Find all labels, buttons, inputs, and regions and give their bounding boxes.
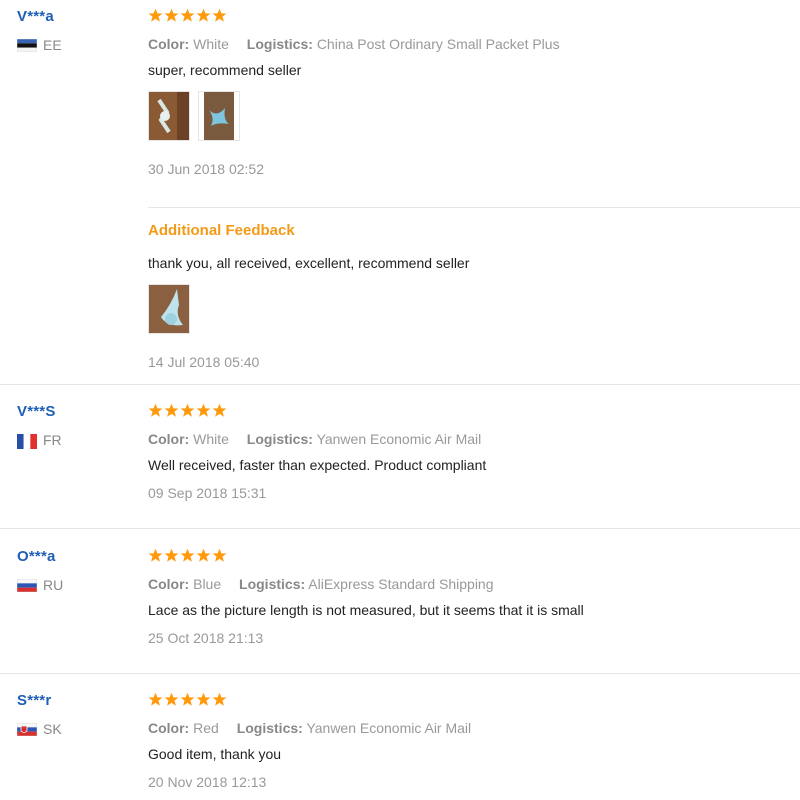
- logistics-label: Logistics:: [246, 36, 313, 52]
- country-code: FR: [43, 432, 62, 448]
- russia-flag-icon: [16, 578, 38, 592]
- star-rating: [148, 403, 800, 421]
- reviewer-name[interactable]: S***r: [17, 692, 62, 709]
- review-text: Well received, faster than expected. Pro…: [148, 457, 487, 473]
- color-value: White: [193, 36, 229, 52]
- order-meta: Color: Red Logistics: Yanwen Economic Ai…: [148, 720, 800, 736]
- star-icon: [148, 548, 163, 562]
- additional-feedback-date: 14 Jul 2018 05:40: [148, 354, 260, 370]
- review-photo-1[interactable]: [148, 91, 190, 141]
- additional-feedback-text: thank you, all received, excellent, reco…: [148, 255, 470, 271]
- star-icon: [196, 692, 211, 706]
- star-rating: [148, 8, 800, 26]
- additional-photos: [148, 284, 800, 334]
- reviewer-name[interactable]: V***S: [17, 403, 62, 420]
- star-icon: [148, 403, 163, 417]
- country-code: SK: [43, 721, 62, 737]
- additional-feedback-title: Additional Feedback: [148, 222, 295, 239]
- star-icon: [164, 692, 179, 706]
- star-icon: [212, 548, 227, 562]
- logistics-value: China Post Ordinary Small Packet Plus: [316, 36, 560, 52]
- review-divider: [0, 673, 800, 674]
- logistics-value: Yanwen Economic Air Mail: [316, 431, 482, 447]
- order-meta: Color: White Logistics: Yanwen Economic …: [148, 431, 800, 447]
- france-flag-icon: [17, 433, 37, 449]
- star-icon: [196, 403, 211, 417]
- additional-photo-1[interactable]: [148, 284, 190, 334]
- review-text: Lace as the picture length is not measur…: [148, 602, 584, 618]
- review-content: Color: Red Logistics: Yanwen Economic Ai…: [148, 692, 800, 790]
- color-label: Color:: [148, 720, 190, 736]
- color-value: Red: [193, 720, 219, 736]
- review-photos: [148, 91, 800, 141]
- review-date: 25 Oct 2018 21:13: [148, 630, 264, 646]
- review-date: 09 Sep 2018 15:31: [148, 485, 267, 501]
- star-icon: [196, 548, 211, 562]
- review-divider: [0, 528, 800, 529]
- star-icon: [148, 8, 163, 22]
- reviewer-info: S***r SK: [16, 692, 62, 737]
- order-meta: Color: Blue Logistics: AliExpress Standa…: [148, 576, 800, 592]
- slovakia-flag-icon: [16, 722, 38, 736]
- star-rating: [148, 692, 800, 710]
- review-photo-2[interactable]: [198, 91, 240, 141]
- color-label: Color:: [148, 431, 190, 447]
- star-icon: [164, 548, 179, 562]
- reviewer-name[interactable]: V***a: [17, 8, 62, 25]
- star-icon: [180, 548, 195, 562]
- additional-feedback: Additional Feedback thank you, all recei…: [148, 207, 800, 370]
- star-icon: [196, 8, 211, 22]
- logistics-label: Logistics:: [236, 720, 303, 736]
- logistics-value: Yanwen Economic Air Mail: [306, 720, 472, 736]
- color-label: Color:: [148, 576, 190, 592]
- review-content: Color: Blue Logistics: AliExpress Standa…: [148, 548, 800, 646]
- review-content: Color: White Logistics: China Post Ordin…: [148, 8, 800, 177]
- star-icon: [148, 692, 163, 706]
- star-icon: [212, 8, 227, 22]
- star-icon: [180, 8, 195, 22]
- review-divider: [0, 384, 800, 385]
- reviewer-country: RU: [16, 577, 64, 593]
- star-icon: [212, 403, 227, 417]
- logistics-label: Logistics:: [239, 576, 306, 592]
- order-meta: Color: White Logistics: China Post Ordin…: [148, 36, 800, 52]
- reviewer-country: EE: [16, 37, 62, 53]
- star-icon: [180, 403, 195, 417]
- review-text: super, recommend seller: [148, 62, 302, 78]
- reviewer-info: O***a RU: [16, 548, 64, 593]
- country-code: RU: [43, 577, 64, 593]
- reviewer-info: V***a EE: [16, 8, 62, 53]
- star-icon: [180, 692, 195, 706]
- color-value: Blue: [193, 576, 222, 592]
- logistics-value: AliExpress Standard Shipping: [308, 576, 494, 592]
- reviewer-name[interactable]: O***a: [17, 548, 63, 565]
- review-text: Good item, thank you: [148, 746, 282, 762]
- review-date: 30 Jun 2018 02:52: [148, 161, 264, 177]
- logistics-label: Logistics:: [246, 431, 313, 447]
- review-content: Color: White Logistics: Yanwen Economic …: [148, 403, 800, 501]
- star-icon: [212, 692, 227, 706]
- reviewer-country: SK: [16, 721, 62, 737]
- star-icon: [164, 403, 179, 417]
- star-rating: [148, 548, 800, 566]
- reviewer-info: V***S FR: [17, 403, 62, 449]
- reviewer-country: FR: [17, 432, 62, 449]
- estonia-flag-icon: [16, 38, 38, 52]
- star-icon: [164, 8, 179, 22]
- country-code: EE: [43, 37, 62, 53]
- review-date: 20 Nov 2018 12:13: [148, 774, 267, 790]
- color-value: White: [193, 431, 229, 447]
- color-label: Color:: [148, 36, 190, 52]
